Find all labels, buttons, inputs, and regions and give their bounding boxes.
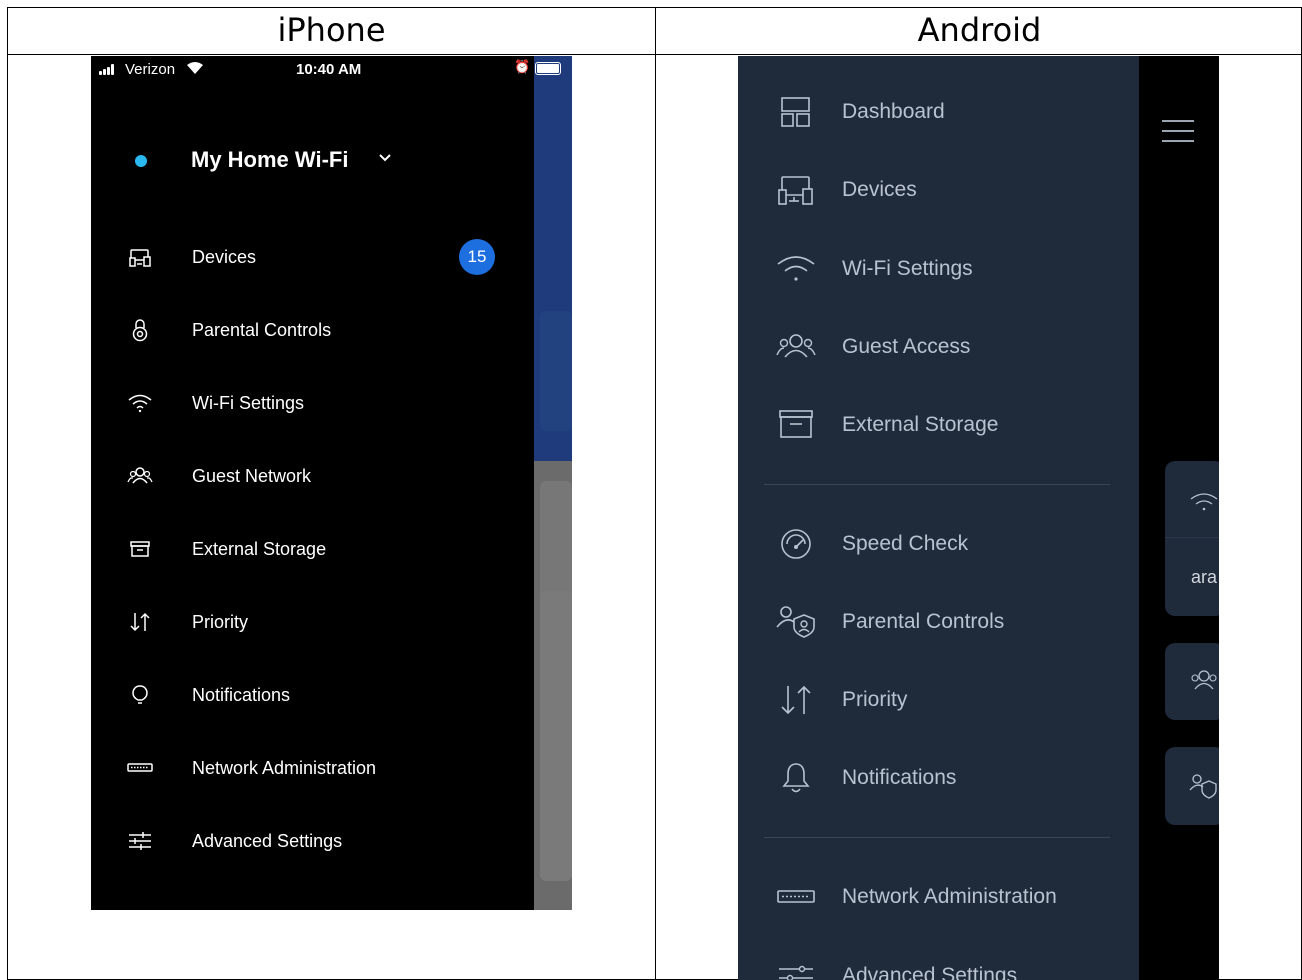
menu-item-label: Devices xyxy=(192,247,257,267)
navigation-drawer: Dashboard Devices Wi-Fi Settings Guest A… xyxy=(738,56,1139,980)
sliders-icon xyxy=(779,965,813,980)
menu-item-label: External Storage xyxy=(192,539,327,559)
menu-item-guest-network[interactable]: Guest Network xyxy=(91,456,534,496)
guests-icon xyxy=(776,334,816,358)
wifi-icon xyxy=(777,256,815,281)
menu-item-label: Wi-Fi Settings xyxy=(842,257,973,280)
menu-item-label: Notifications xyxy=(842,766,957,789)
wifi-status-icon xyxy=(187,62,203,74)
lock-icon xyxy=(132,319,148,342)
menu-item-guest-access[interactable]: Guest Access xyxy=(738,322,1139,372)
menu-item-notifications[interactable]: Notifications xyxy=(738,753,1139,803)
wifi-icon xyxy=(1190,493,1218,511)
background-card xyxy=(540,311,572,431)
menu-item-label: Priority xyxy=(192,612,249,632)
menu-item-parental-controls[interactable]: Parental Controls xyxy=(91,310,534,350)
column-header-iphone: iPhone xyxy=(277,11,386,49)
status-bar: Verizon 10:40 AM ⏰ xyxy=(91,56,572,84)
router-icon xyxy=(777,890,815,903)
guests-icon xyxy=(1191,670,1217,690)
parental-shield-icon xyxy=(1189,774,1217,799)
menu-divider xyxy=(764,484,1110,485)
background-card-wifi: ara xyxy=(1165,461,1219,616)
menu-item-label: Advanced Settings xyxy=(192,831,343,851)
menu-item-wifi-settings[interactable]: Wi-Fi Settings xyxy=(738,244,1139,294)
devices-icon xyxy=(778,176,813,205)
network-selector[interactable]: My Home Wi-Fi xyxy=(91,144,534,178)
menu-item-advanced-settings[interactable]: Advanced Settings xyxy=(738,951,1139,980)
bell-icon xyxy=(782,763,810,793)
guests-icon xyxy=(127,467,153,484)
card-text: ara xyxy=(1191,567,1218,587)
menu-item-label: Advanced Settings xyxy=(842,964,1018,980)
menu-item-label: Dashboard xyxy=(842,100,945,123)
menu-item-label: Devices xyxy=(842,178,917,201)
status-time: 10:40 AM xyxy=(296,61,362,78)
hamburger-menu-icon[interactable] xyxy=(1162,120,1194,142)
chevron-down-icon[interactable] xyxy=(377,150,393,166)
menu-item-label: Parental Controls xyxy=(842,610,1005,633)
iphone-screen: My Home Wi-Fi Devices 15 Parental Contro… xyxy=(91,56,572,910)
priority-icon xyxy=(781,685,811,715)
devices-count-badge: 15 xyxy=(459,239,495,275)
menu-item-devices[interactable]: Devices xyxy=(738,165,1139,215)
wifi-icon xyxy=(128,394,152,413)
menu-item-parental-controls[interactable]: Parental Controls xyxy=(738,597,1139,647)
table-divider-vertical xyxy=(655,8,656,980)
dashboard-icon xyxy=(781,97,810,127)
menu-item-label: Network Administration xyxy=(192,758,377,778)
menu-item-external-storage[interactable]: External Storage xyxy=(738,400,1139,450)
bell-icon xyxy=(132,685,148,704)
signal-icon xyxy=(99,64,119,75)
storage-icon xyxy=(130,541,150,557)
android-screen: ara Dashboard Devices Wi-Fi Settings Gue… xyxy=(738,56,1219,980)
menu-item-speed-check[interactable]: Speed Check xyxy=(738,519,1139,569)
network-name: My Home Wi-Fi xyxy=(191,147,349,172)
storage-icon xyxy=(779,410,813,438)
background-card-parental xyxy=(1165,747,1219,825)
menu-item-label: Parental Controls xyxy=(192,320,332,340)
parental-shield-icon xyxy=(776,606,815,638)
priority-icon xyxy=(130,612,150,632)
menu-item-notifications[interactable]: Notifications xyxy=(91,675,534,715)
menu-item-label: Notifications xyxy=(192,685,291,705)
menu-item-label: Network Administration xyxy=(842,885,1057,908)
alarm-icon: ⏰ xyxy=(514,59,531,74)
speedometer-icon xyxy=(781,529,811,559)
menu-item-wifi-settings[interactable]: Wi-Fi Settings xyxy=(91,383,534,423)
navigation-drawer: My Home Wi-Fi Devices 15 Parental Contro… xyxy=(91,56,534,910)
menu-item-priority[interactable]: Priority xyxy=(91,602,534,642)
menu-item-devices[interactable]: Devices 15 xyxy=(91,237,534,277)
devices-icon xyxy=(129,249,151,267)
menu-item-network-administration[interactable]: Network Administration xyxy=(91,748,534,788)
menu-item-label: Speed Check xyxy=(842,532,969,555)
menu-item-advanced-settings[interactable]: Advanced Settings xyxy=(91,821,534,861)
battery-icon xyxy=(535,62,561,75)
network-status-dot xyxy=(135,155,147,167)
menu-divider xyxy=(764,837,1110,838)
carrier-name: Verizon xyxy=(125,61,176,78)
menu-item-label: Priority xyxy=(842,688,908,711)
menu-item-label: Wi-Fi Settings xyxy=(192,393,305,413)
menu-item-external-storage[interactable]: External Storage xyxy=(91,529,534,569)
column-header-android: Android xyxy=(917,11,1042,49)
sliders-icon xyxy=(129,832,151,850)
background-card xyxy=(540,591,572,881)
menu-item-label: External Storage xyxy=(842,413,999,436)
menu-item-priority[interactable]: Priority xyxy=(738,675,1139,725)
menu-item-dashboard[interactable]: Dashboard xyxy=(738,87,1139,137)
background-card-guests xyxy=(1165,643,1219,720)
router-icon xyxy=(127,763,153,772)
menu-item-label: Guest Access xyxy=(842,335,971,358)
menu-item-network-administration[interactable]: Network Administration xyxy=(738,872,1139,922)
menu-item-label: Guest Network xyxy=(192,466,312,486)
